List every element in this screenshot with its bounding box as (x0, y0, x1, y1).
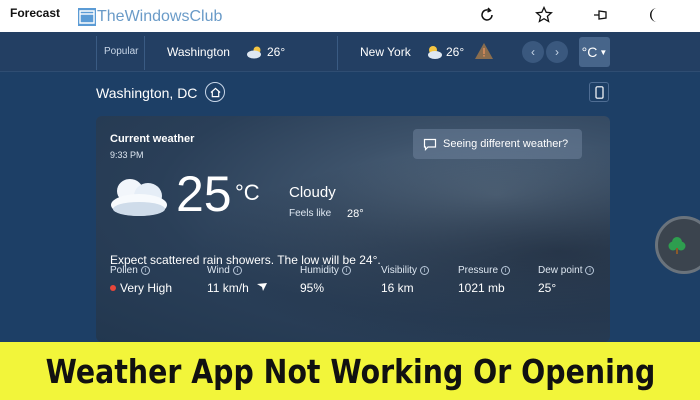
seeing-different-weather-button[interactable]: Seeing different weather? (413, 129, 582, 159)
detail-value: Very High (110, 281, 172, 295)
title-banner: Weather App Not Working Or Opening (0, 342, 700, 400)
info-icon: i (232, 266, 242, 275)
partly-sunny-icon (428, 46, 442, 59)
feels-like-label: Feels like (289, 208, 332, 219)
city-newyork-temp: 26° (446, 45, 465, 59)
floating-action-button[interactable] (655, 216, 700, 274)
detail-label: Pollen i (110, 265, 150, 276)
moon-icon[interactable] (645, 2, 671, 28)
city-bar: Popular Washington 26° New York 26° ‹ › … (0, 32, 700, 72)
unit-select-button[interactable]: °C ▼ (579, 37, 610, 67)
info-icon: i (341, 266, 351, 275)
city-washington-name[interactable]: Washington (167, 45, 230, 59)
current-weather-card: Current weather 9:33 PM Seeing different… (96, 116, 610, 342)
divider (337, 36, 338, 70)
banner-text: Weather App Not Working Or Opening (45, 351, 655, 391)
pin-icon[interactable] (588, 2, 614, 28)
title-bar: Forecast TheWindowsClub (0, 0, 700, 32)
temperature-unit: °C (235, 180, 260, 205)
star-icon[interactable] (531, 2, 557, 28)
partly-cloudy-icon (247, 46, 261, 59)
condition-text: Cloudy (289, 184, 336, 201)
info-icon: i (140, 266, 150, 275)
chevron-right-icon[interactable]: › (546, 41, 568, 63)
info-icon: i (585, 266, 595, 275)
divider (144, 36, 145, 70)
device-button[interactable] (589, 82, 609, 102)
current-weather-title: Current weather (110, 133, 195, 145)
chevron-left-icon[interactable]: ‹ (522, 41, 544, 63)
chat-bubble-icon (423, 138, 437, 151)
windows-club-logo-icon (78, 8, 96, 26)
info-icon: i (501, 266, 511, 275)
detail-label: Visibility i (381, 265, 429, 276)
current-temperature: 25 (176, 166, 232, 222)
feels-like-value: 28° (347, 208, 364, 220)
city-newyork-name[interactable]: New York (360, 45, 411, 59)
watermark: TheWindowsClub (97, 8, 223, 25)
detail-value: 11 km/h (207, 281, 268, 295)
detail-value: 1021 mb (458, 281, 505, 295)
detail-value: 16 km (381, 281, 414, 295)
current-weather-time: 9:33 PM (110, 150, 144, 160)
divider (96, 36, 97, 70)
popular-label: Popular (104, 46, 139, 57)
pollen-indicator (110, 285, 116, 291)
tree-icon (668, 237, 686, 254)
phone-icon (594, 85, 604, 99)
chevron-down-icon: ▼ (599, 47, 608, 57)
refresh-icon[interactable] (474, 2, 500, 28)
wind-direction-icon (257, 283, 268, 291)
home-button[interactable] (205, 82, 225, 102)
city-washington-temp: 26° (267, 45, 286, 59)
info-icon: i (419, 266, 429, 275)
home-icon (210, 87, 220, 97)
detail-label: Humidity i (300, 265, 351, 276)
detail-value: 95% (300, 281, 325, 295)
app-title: Forecast (10, 6, 61, 20)
location-title: Washington, DC (96, 85, 198, 101)
feedback-label: Seeing different weather? (443, 138, 569, 150)
cloudy-icon (111, 179, 167, 216)
unit-label: °C (581, 44, 598, 60)
detail-label: Pressure i (458, 265, 511, 276)
detail-label: Dew point i (538, 265, 595, 276)
warning-icon[interactable] (474, 42, 494, 60)
detail-value: 25° (538, 281, 557, 295)
detail-label: Wind i (207, 265, 242, 276)
